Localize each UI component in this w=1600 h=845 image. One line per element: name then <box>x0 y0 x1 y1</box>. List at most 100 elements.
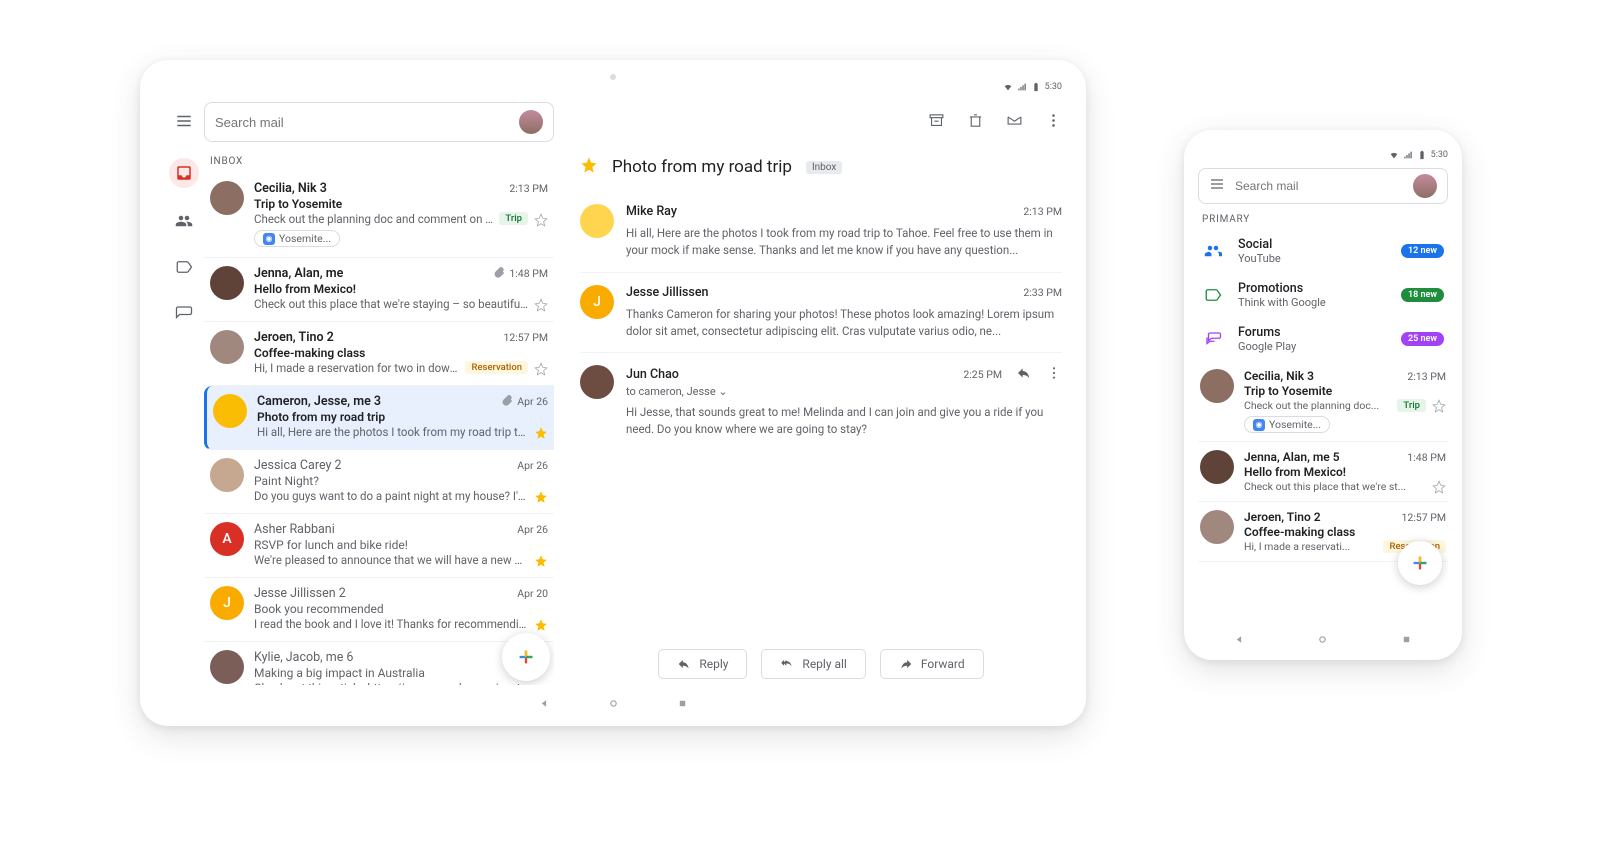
thread-star-icon[interactable] <box>580 156 598 178</box>
search-input[interactable] <box>1235 179 1403 193</box>
category-social[interactable]: SocialYouTube12 new <box>1198 229 1448 273</box>
message-list: Mike Ray2:13 PMHi all, Here are the phot… <box>580 192 1062 649</box>
delete-button[interactable] <box>967 112 984 133</box>
category-sub: Think with Google <box>1238 296 1387 309</box>
compose-fab[interactable] <box>1398 541 1442 585</box>
compose-fab[interactable] <box>502 633 550 681</box>
section-label: Inbox <box>210 156 554 167</box>
search-input[interactable] <box>215 115 509 130</box>
nav-chat[interactable] <box>175 304 193 326</box>
thread-sender: Kylie, Jacob, me 6 <box>254 650 353 665</box>
thread-item[interactable]: Jessica Carey 2Apr 26Paint Night?Do you … <box>204 450 554 514</box>
avatar <box>210 650 244 684</box>
wifi-icon <box>1003 82 1013 92</box>
avatar <box>210 330 244 364</box>
thread-sender: Jenna, Alan, me 5 <box>1244 450 1340 464</box>
star-icon[interactable] <box>534 617 548 631</box>
thread-item[interactable]: Jeroen, Tino 212:57 PMCoffee-making clas… <box>204 322 554 386</box>
category-forums[interactable]: ForumsGoogle Play25 new <box>1198 317 1448 361</box>
signal-icon <box>1403 150 1413 160</box>
menu-button[interactable] <box>1209 176 1225 196</box>
thread-sender: Cecilia, Nik 3 <box>254 181 327 196</box>
thread-item[interactable]: Jenna, Alan, me 51:48 PMHello from Mexic… <box>1198 442 1448 502</box>
detail-title-row: Photo from my road trip Inbox <box>580 156 1062 178</box>
nav-inbox[interactable] <box>169 158 199 188</box>
star-icon[interactable] <box>534 361 548 375</box>
thread-time: 1:48 PM <box>1407 451 1446 464</box>
menu-button[interactable] <box>175 112 193 134</box>
message-item[interactable]: JJesse Jillissen2:33 PMThanks Cameron fo… <box>580 273 1062 354</box>
thread-sender: Jessica Carey 2 <box>254 458 342 473</box>
nav-labels[interactable] <box>175 258 193 280</box>
thread-item[interactable]: Cecilia, Nik 32:13 PMTrip to YosemiteChe… <box>1198 361 1448 442</box>
thread-time: Apr 26 <box>517 523 548 536</box>
promotions-icon <box>1202 286 1224 304</box>
nav-recent[interactable] <box>676 695 689 714</box>
section-label: Primary <box>1202 214 1448 225</box>
thread-time: Apr 20 <box>517 587 548 600</box>
category-name: Promotions <box>1238 281 1387 296</box>
category-promotions[interactable]: PromotionsThink with Google18 new <box>1198 273 1448 317</box>
thread-tag: Reservation <box>465 361 528 374</box>
star-icon[interactable] <box>534 212 548 226</box>
thread-time: 2:13 PM <box>1407 370 1446 383</box>
thread-time: Apr 26 <box>501 394 548 409</box>
star-icon[interactable] <box>1432 479 1446 493</box>
thread-subject: Coffee-making class <box>254 346 548 360</box>
thread-sender: Asher Rabbani <box>254 522 335 537</box>
thread-item[interactable]: Cecilia, Nik 32:13 PMTrip to YosemiteChe… <box>204 173 554 258</box>
thread-snippet: Hi all, Here are the photos I took from … <box>257 425 528 439</box>
message-item[interactable]: Mike Ray2:13 PMHi all, Here are the phot… <box>580 192 1062 273</box>
message-from: Mike Ray <box>626 204 677 219</box>
forward-button[interactable]: Forward <box>880 649 984 679</box>
thread-snippet: Check out the planning doc and comment o… <box>254 212 493 226</box>
nav-home[interactable] <box>1316 631 1329 650</box>
reply-button[interactable]: Reply <box>658 649 747 679</box>
nav-back[interactable] <box>538 695 551 714</box>
phone-statusbar: 5:30 <box>1198 148 1448 162</box>
thread-item[interactable]: AAsher RabbaniApr 26RSVP for lunch and b… <box>204 514 554 578</box>
avatar: J <box>580 285 614 319</box>
thread-list: Cecilia, Nik 32:13 PMTrip to YosemiteChe… <box>204 173 554 685</box>
tablet-searchbar[interactable] <box>204 102 554 142</box>
smart-chip[interactable]: ◉Yosemite... <box>254 230 340 247</box>
avatar <box>580 204 614 238</box>
star-icon[interactable] <box>534 297 548 311</box>
tablet-system-nav <box>164 695 1062 714</box>
reply-all-button[interactable]: Reply all <box>761 649 865 679</box>
message-from: Jesse Jillissen <box>626 285 709 300</box>
smart-chip[interactable]: ◉Yosemite... <box>1244 416 1330 433</box>
account-avatar[interactable] <box>519 110 543 134</box>
thread-item[interactable]: Cameron, Jesse, me 3Apr 26Photo from my … <box>204 386 554 450</box>
reply-icon[interactable] <box>1016 365 1032 384</box>
message-meta: 2:13 PM <box>1023 205 1062 218</box>
message-to[interactable]: to cameron, Jesse ⌄ <box>626 385 1062 398</box>
thread-item[interactable]: Kylie, Jacob, me 6Making a big impact in… <box>204 642 554 685</box>
star-icon[interactable] <box>1432 398 1446 412</box>
thread-item[interactable]: JJesse Jillissen 2Apr 20Book you recomme… <box>204 578 554 642</box>
nav-back[interactable] <box>1233 631 1246 650</box>
more-button[interactable] <box>1045 112 1062 133</box>
thread-snippet: I read the book and I love it! Thanks fo… <box>254 617 528 631</box>
thread-subject: Hello from Mexico! <box>254 282 548 296</box>
phone-searchbar[interactable] <box>1198 168 1448 204</box>
account-avatar[interactable] <box>1413 174 1437 198</box>
nav-people[interactable] <box>175 212 193 234</box>
mark-unread-button[interactable] <box>1006 112 1023 133</box>
nav-home[interactable] <box>607 695 620 714</box>
nav-recent[interactable] <box>1400 631 1413 650</box>
thread-snippet: Check out this article: https://www.goog… <box>254 681 548 685</box>
thread-sender: Jesse Jillissen 2 <box>254 586 346 601</box>
star-icon[interactable] <box>534 489 548 503</box>
thread-item[interactable]: Jenna, Alan, me1:48 PMHello from Mexico!… <box>204 258 554 322</box>
thread-time: Apr 26 <box>517 459 548 472</box>
star-icon[interactable] <box>534 553 548 567</box>
archive-button[interactable] <box>928 112 945 133</box>
inbox-label-chip[interactable]: Inbox <box>806 161 842 174</box>
thread-snippet: We're pleased to announce that we will h… <box>254 553 528 567</box>
message-item[interactable]: Jun Chao2:25 PMto cameron, Jesse ⌄Hi Jes… <box>580 353 1062 451</box>
category-sub: YouTube <box>1238 252 1387 265</box>
more-icon[interactable] <box>1046 365 1062 384</box>
star-icon[interactable] <box>534 425 548 439</box>
avatar <box>1200 369 1234 403</box>
